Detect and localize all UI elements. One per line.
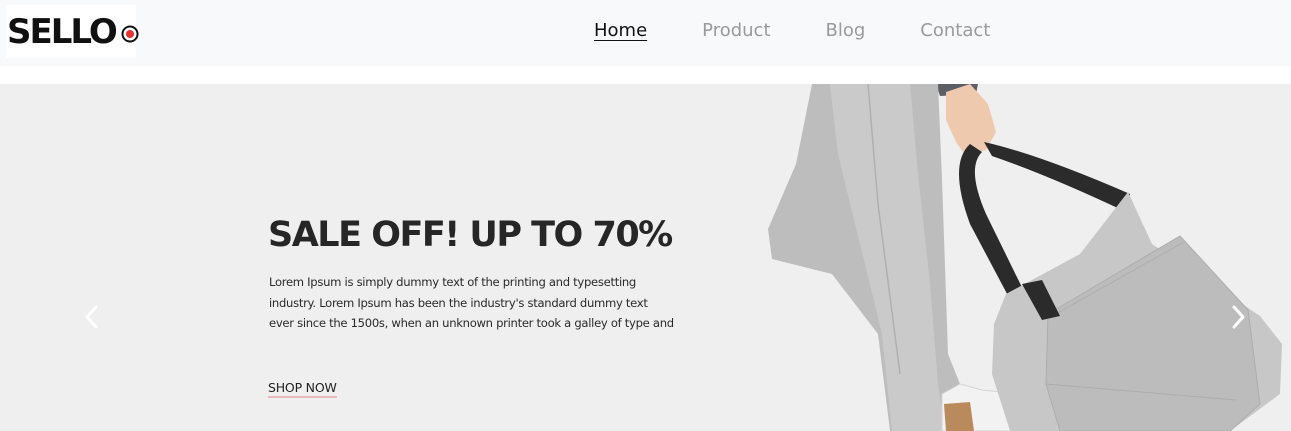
nav-link-home[interactable]: Home [594, 18, 647, 44]
logo[interactable]: SELLO [6, 5, 139, 58]
hero-slider: SALE OFF! UP TO 70% Lorem Ipsum is simpl… [0, 84, 1291, 431]
hero-description: Lorem Ipsum is simply dummy text of the … [269, 272, 689, 334]
nav-link-contact[interactable]: Contact [920, 18, 990, 44]
shop-now-button[interactable]: SHOP NOW [268, 380, 337, 398]
nav-link-blog[interactable]: Blog [826, 18, 866, 44]
hero-title: SALE OFF! UP TO 70% [268, 215, 673, 255]
hero-text-line: Lorem Ipsum is simply dummy text of the … [269, 275, 636, 289]
hero-text-line: industry. Lorem Ipsum has been the indus… [269, 295, 648, 310]
nav-link-product[interactable]: Product [702, 18, 770, 44]
hero-product-image [768, 84, 1282, 431]
carousel-prev-icon[interactable] [80, 302, 104, 332]
carousel-next-icon[interactable] [1226, 302, 1250, 332]
site-header: SELLO Home Product Blog Contact [0, 0, 1291, 66]
hero-text-line: ever since the 1500s, when an unknown pr… [269, 316, 674, 330]
main-nav: Home Product Blog Contact [594, 18, 1045, 44]
logo-text: SELLO [7, 11, 118, 52]
logo-dot-icon [121, 25, 139, 43]
